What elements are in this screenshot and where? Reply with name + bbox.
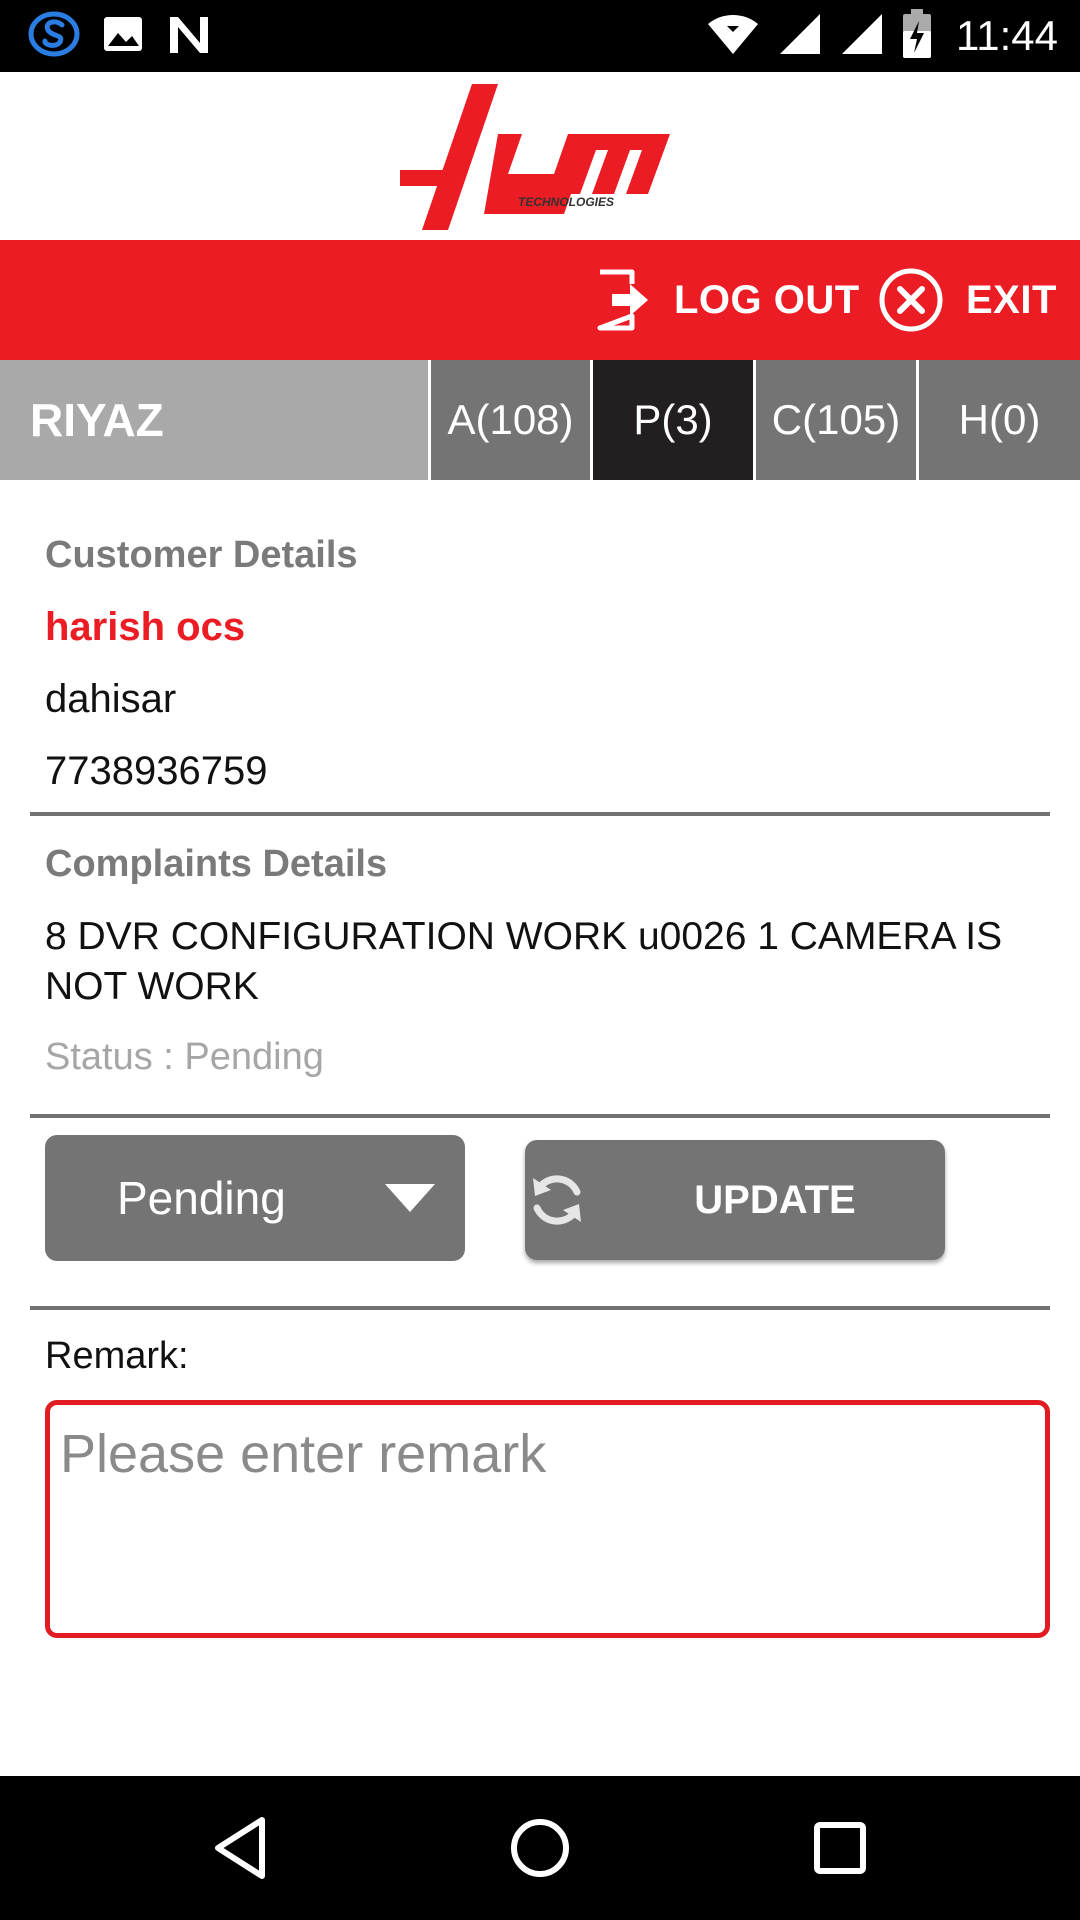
exit-label: EXIT <box>966 277 1057 322</box>
logout-button[interactable]: LOG OUT <box>594 240 860 360</box>
user-name: RIYAZ <box>0 360 428 480</box>
tab-assigned[interactable]: A(108) <box>428 360 590 480</box>
signal-icon <box>778 12 822 61</box>
clock: 11:44 <box>956 12 1058 59</box>
divider <box>30 1114 1050 1118</box>
customer-phone[interactable]: 7738936759 <box>45 749 267 794</box>
back-icon[interactable] <box>200 1812 280 1884</box>
remark-label: Remark: <box>45 1335 189 1377</box>
customer-location: dahisar <box>45 677 177 721</box>
complaint-description: 8 DVR CONFIGURATION WORK u0026 1 CAMERA … <box>45 915 1003 1008</box>
update-button[interactable]: UPDATE <box>525 1140 945 1260</box>
status-select[interactable]: Pending <box>45 1135 465 1261</box>
complaint-status: Status : Pending <box>45 1036 324 1078</box>
skype-icon <box>28 10 80 63</box>
signal-icon-2 <box>840 12 884 61</box>
logo-header: TECHNOLOGIES <box>0 72 1080 240</box>
logo-subtext: TECHNOLOGIES <box>518 195 614 209</box>
battery-charging-icon <box>902 8 932 64</box>
logout-label: LOG OUT <box>674 277 860 322</box>
customer-name: harish ocs <box>45 605 246 649</box>
action-bar: LOG OUT EXIT <box>0 240 1080 360</box>
divider <box>30 1306 1050 1310</box>
status-select-value: Pending <box>117 1172 286 1224</box>
update-label: UPDATE <box>694 1177 856 1222</box>
tab-pending[interactable]: P(3) <box>590 360 753 480</box>
tab-completed[interactable]: C(105) <box>753 360 916 480</box>
home-icon[interactable] <box>500 1812 580 1884</box>
complaint-details-title: Complaints Details <box>45 843 388 885</box>
tabs-row: RIYAZ A(108) P(3) C(105) H(0) <box>0 360 1080 480</box>
wifi-icon <box>706 12 760 61</box>
lym-technologies-logo: TECHNOLOGIES <box>400 84 670 230</box>
close-circle-icon <box>878 267 944 333</box>
tab-hold[interactable]: H(0) <box>916 360 1080 480</box>
image-icon <box>102 14 144 59</box>
recents-icon[interactable] <box>800 1812 880 1884</box>
status-left-icons <box>28 10 212 62</box>
remark-input[interactable] <box>45 1400 1050 1638</box>
status-right-icons: 11:44 <box>706 8 1058 64</box>
n-notification-icon <box>166 13 212 60</box>
exit-button[interactable]: EXIT <box>878 240 1057 360</box>
chevron-down-icon <box>385 1184 435 1212</box>
divider <box>30 812 1050 816</box>
customer-details-title: Customer Details <box>45 534 358 576</box>
nav-bar <box>0 1776 1080 1920</box>
status-bar: 11:44 <box>0 0 1080 72</box>
logout-icon <box>594 268 652 332</box>
